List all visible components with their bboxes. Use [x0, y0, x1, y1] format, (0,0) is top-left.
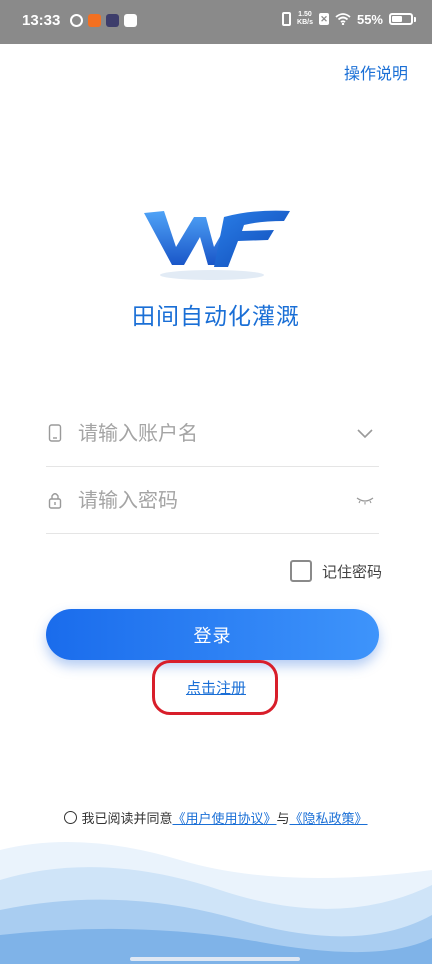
chevron-down-icon[interactable] [355, 426, 375, 440]
network-speed-unit: KB/s [297, 19, 313, 26]
app-logo [144, 210, 290, 280]
battery-tip [414, 16, 416, 22]
network-speed-value: 1.50 [298, 11, 312, 18]
mail-icon [124, 14, 137, 27]
agreement-radio[interactable] [64, 811, 78, 824]
no-sim-icon: ✕ [318, 13, 329, 25]
battery-icon [389, 13, 413, 25]
account-field[interactable] [46, 400, 379, 467]
remember-password[interactable]: 记住密码 [290, 560, 382, 582]
video-app-icon [106, 14, 119, 27]
status-right: 1.50 KB/s ✕ 55% [282, 11, 416, 27]
privacy-policy-link[interactable]: 《隐私政策》 [290, 808, 368, 827]
user-agreement-link[interactable]: 《用户使用协议》 [172, 808, 276, 827]
app-notification-icon [88, 14, 101, 27]
status-time: 13:33 [22, 12, 61, 29]
app-title: 田间自动化灌溉 [132, 304, 300, 330]
vibrate-icon [282, 12, 292, 26]
agreement-prefix: 我已阅读并同意 [81, 812, 173, 827]
network-speed: 1.50 KB/s [297, 11, 313, 27]
help-link[interactable]: 操作说明 [344, 60, 408, 84]
phone-icon [48, 424, 62, 442]
eye-closed-icon[interactable] [355, 493, 375, 507]
password-input[interactable] [78, 488, 355, 512]
annotation-highlight [152, 660, 278, 715]
notification-icons [70, 14, 137, 27]
login-button[interactable]: 登录 [46, 609, 379, 660]
lock-icon [48, 493, 62, 509]
battery-percent: 55% [356, 11, 383, 27]
agreement-row: 我已阅读并同意 《用户使用协议》 与 《隐私政策》 [0, 808, 432, 827]
remember-label: 记住密码 [322, 562, 383, 581]
agreement-connector: 与 [276, 812, 290, 827]
status-bar: 13:33 1.50 KB/s ✕ 55% [0, 0, 432, 44]
home-indicator[interactable] [130, 957, 300, 961]
account-input[interactable] [78, 421, 355, 445]
password-field[interactable] [46, 467, 379, 534]
app-notification-icon [70, 14, 83, 27]
wifi-icon [335, 13, 351, 25]
remember-checkbox[interactable] [290, 560, 312, 582]
wave-decoration [0, 842, 432, 964]
